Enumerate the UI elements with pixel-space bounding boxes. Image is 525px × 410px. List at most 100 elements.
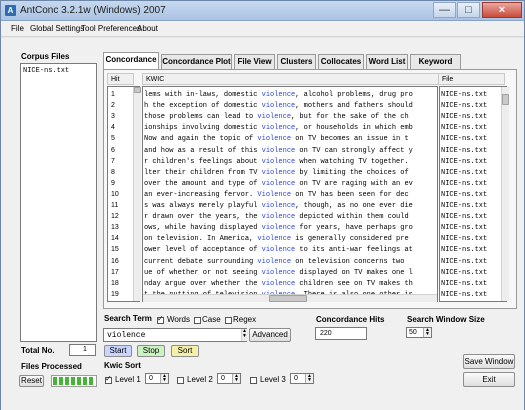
tab-file-view[interactable]: File View — [234, 54, 275, 69]
close-button[interactable]: × — [482, 2, 522, 18]
kwic-keyword[interactable]: violence — [262, 147, 296, 155]
file-cell[interactable]: NICE-ns.txt — [441, 168, 501, 178]
kwic-line[interactable]: ue of whether or not seeing violence dis… — [144, 268, 436, 278]
minimize-button[interactable]: — — [433, 2, 456, 18]
kwic-line[interactable]: r children's feelings about violence whe… — [144, 157, 436, 167]
kwic-keyword[interactable]: violence — [262, 224, 296, 232]
kwic-line[interactable]: s was always merely playful violence, th… — [144, 201, 436, 211]
file-cell[interactable]: NICE-ns.txt — [441, 257, 501, 267]
kwic-keyword[interactable]: Violence — [257, 191, 291, 199]
tab-keyword-list[interactable]: Keyword List — [410, 54, 461, 80]
kwic-keyword[interactable]: violence — [262, 280, 296, 288]
file-cell[interactable]: NICE-ns.txt — [441, 157, 501, 167]
kwic-keyword[interactable]: violence — [262, 202, 296, 210]
kwic-horizontal-scrollbar[interactable] — [143, 294, 437, 302]
kwic-line[interactable]: an ever-increasing fervor. Violence on T… — [144, 190, 436, 200]
search-input[interactable]: violence — [103, 328, 247, 342]
title-bar[interactable]: A AntConc 3.2.1w (Windows) 2007 — □ × — [1, 1, 524, 21]
kwic-line[interactable]: ows, while having displayed violence for… — [144, 223, 436, 233]
spinner-arrows-icon[interactable]: ▲ ▼ — [232, 374, 240, 383]
sort-button[interactable]: Sort — [171, 345, 199, 357]
exit-button[interactable]: Exit — [463, 372, 515, 387]
file-cell[interactable]: NICE-ns.txt — [441, 90, 501, 100]
kwic-line[interactable]: on television. In America, violence is g… — [144, 234, 436, 244]
kwic-line[interactable]: lter their children from TV violence by … — [144, 168, 436, 178]
file-cell[interactable]: NICE-ns.txt — [441, 146, 501, 156]
file-cell[interactable]: NICE-ns.txt — [441, 212, 501, 222]
file-cell[interactable]: NICE-ns.txt — [441, 290, 501, 300]
kwic-line[interactable]: lems with in-laws, domestic violence, al… — [144, 90, 436, 100]
file-cell[interactable]: NICE-ns.txt — [441, 201, 501, 211]
advanced-button[interactable]: Advanced — [249, 328, 291, 342]
reset-button[interactable]: Reset — [19, 375, 44, 387]
file-cell[interactable]: NICE-ns.txt — [441, 268, 501, 278]
sort-level-1-spinner[interactable]: 0 ▲ ▼ — [145, 373, 169, 384]
stop-button[interactable]: Stop — [137, 345, 165, 357]
menu-about[interactable]: About — [137, 24, 158, 33]
kwic-keyword[interactable]: violence — [262, 102, 296, 110]
sort-level-2-spinner[interactable]: 0 ▲ ▼ — [217, 373, 241, 384]
file-cell[interactable]: NICE-ns.txt — [441, 123, 501, 133]
kwic-keyword[interactable]: violence — [262, 269, 296, 277]
regex-checkbox[interactable] — [225, 317, 232, 324]
file-cell[interactable]: NICE-ns.txt — [441, 234, 501, 244]
kwic-keyword[interactable]: violence — [257, 235, 291, 243]
file-cell[interactable]: NICE-ns.txt — [441, 101, 501, 111]
file-cell[interactable]: NICE-ns.txt — [441, 279, 501, 289]
sort-level-1-checkbox[interactable] — [105, 374, 112, 384]
menu-file[interactable]: File — [11, 24, 24, 33]
start-button[interactable]: Start — [104, 345, 132, 357]
kwic-keyword[interactable]: violence — [262, 213, 296, 221]
sort-level-3-checkbox[interactable] — [250, 377, 257, 384]
file-header[interactable]: File — [438, 73, 505, 85]
sort-level-2-checkbox[interactable] — [177, 377, 184, 384]
kwic-keyword[interactable]: violence — [262, 158, 296, 166]
tab-concordance[interactable]: Concordance — [103, 52, 159, 69]
words-checkbox[interactable] — [157, 314, 164, 324]
corpus-file-item[interactable]: NICE-ns.txt — [23, 67, 69, 75]
kwic-line[interactable]: ower level of acceptance of violence to … — [144, 245, 436, 255]
file-cell[interactable]: NICE-ns.txt — [441, 134, 501, 144]
tab-concordance-plot[interactable]: Concordance Plot — [161, 54, 232, 69]
file-cell[interactable]: NICE-ns.txt — [441, 190, 501, 200]
spinner-arrows-icon[interactable]: ▲ ▼ — [305, 374, 313, 383]
kwic-keyword[interactable]: violence — [257, 135, 291, 143]
menu-tool-preferences[interactable]: Tool Preferences — [81, 24, 141, 33]
search-history-arrows[interactable]: ▲ ▼ — [241, 329, 247, 341]
search-window-size-spinner[interactable]: 50 ▲ ▼ — [406, 327, 432, 338]
kwic-line[interactable]: nday argue over whether the violence chi… — [144, 279, 436, 289]
spinner-arrows-icon[interactable]: ▲ ▼ — [423, 328, 431, 337]
sort-level-3-spinner[interactable]: 0 ▲ ▼ — [290, 373, 314, 384]
save-window-button[interactable]: Save Window — [463, 354, 515, 369]
kwic-keyword[interactable]: violence — [257, 113, 291, 121]
kwic-keyword[interactable]: violence — [262, 91, 296, 99]
file-cell[interactable]: NICE-ns.txt — [441, 179, 501, 189]
file-cell[interactable]: NICE-ns.txt — [441, 112, 501, 122]
kwic-keyword[interactable]: violence — [262, 169, 296, 177]
corpus-file-list[interactable]: NICE-ns.txt — [20, 63, 97, 342]
tab-clusters[interactable]: Clusters — [277, 54, 316, 69]
file-cell[interactable]: NICE-ns.txt — [441, 245, 501, 255]
kwic-line[interactable]: over the amount and type of violence on … — [144, 179, 436, 189]
kwic-line[interactable]: Now and again the topic of violence on T… — [144, 134, 436, 144]
menu-global-settings[interactable]: Global Settings — [30, 24, 84, 33]
maximize-button[interactable]: □ — [457, 2, 480, 18]
kwic-line[interactable]: r drawn over the years, the violence dep… — [144, 212, 436, 222]
kwic-keyword[interactable]: violence — [262, 246, 296, 254]
kwic-line[interactable]: ionships involving domestic violence, or… — [144, 123, 436, 133]
tab-word-list[interactable]: Word List — [366, 54, 408, 69]
kwic-line[interactable]: current debate surrounding violence on t… — [144, 257, 436, 267]
kwic-header[interactable]: KWIC — [142, 73, 439, 85]
file-cell[interactable]: NICE-ns.txt — [441, 223, 501, 233]
kwic-line[interactable]: and how as a result of this violence on … — [144, 146, 436, 156]
kwic-keyword[interactable]: violence — [262, 180, 296, 188]
case-checkbox[interactable] — [194, 317, 201, 324]
file-scrollbar[interactable] — [501, 87, 509, 301]
hit-scrollbar[interactable] — [133, 87, 141, 301]
kwic-keyword[interactable]: violence — [262, 124, 296, 132]
kwic-line[interactable]: those problems can lead to violence, but… — [144, 112, 436, 122]
spinner-arrows-icon[interactable]: ▲ ▼ — [160, 374, 168, 383]
hit-header[interactable]: Hit — [107, 73, 134, 85]
kwic-line[interactable]: h the exception of domestic violence, mo… — [144, 101, 436, 111]
kwic-keyword[interactable]: violence — [257, 258, 291, 266]
